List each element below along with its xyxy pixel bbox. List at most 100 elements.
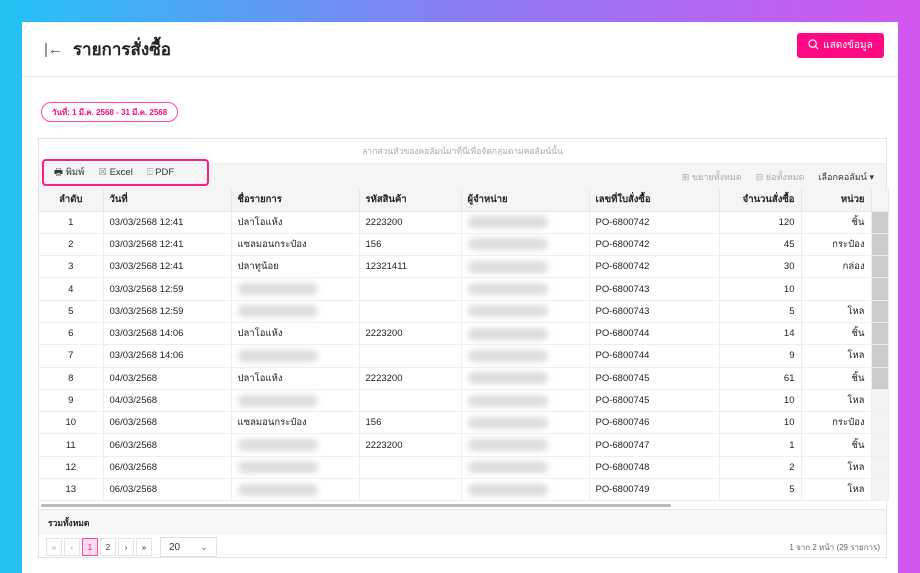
data-grid: ลากส่วนหัวของคอลัมน์มาที่นี่เพื่อจัดกลุ่… <box>38 138 889 559</box>
date-filter-badge[interactable]: วันที่: 1 มี.ค. 2568 - 31 มี.ค. 2568 <box>41 102 179 122</box>
page-2-button[interactable]: 2 <box>100 538 116 556</box>
table-row[interactable]: 4 03/03/2568 12:59 PO-6800743 10 <box>39 277 889 301</box>
page-size-value: 20 <box>169 541 181 553</box>
table-row[interactable]: 9 04/03/2568 PO-6800745 10 โหล <box>39 389 889 413</box>
table-cell: PO-6800746 <box>589 411 720 435</box>
table-cell <box>231 389 360 413</box>
table-cell <box>359 300 462 323</box>
column-header[interactable]: รหัสสินค้า <box>359 189 462 212</box>
chevron-down-icon: ⌄ <box>199 541 208 553</box>
column-chooser-button[interactable]: เลือกคอลัมน์ ▾ <box>818 170 874 184</box>
table-cell: 1 <box>719 433 802 457</box>
table-cell: โหล <box>801 344 872 368</box>
redacted-blur <box>467 216 548 229</box>
window: |← รายการสั่งซื้อ แสดงข้อมูล วันที่: 1 ม… <box>22 22 898 573</box>
table-cell <box>461 389 590 413</box>
excel-button[interactable]: ☒ Excel <box>98 167 132 178</box>
table-cell <box>461 322 590 346</box>
table-cell: 10 <box>719 411 802 435</box>
table-row[interactable]: 10 06/03/2568 แซลมอนกระป๋อง 156 PO-6800746 10… <box>39 411 889 435</box>
page-size-select[interactable]: 20 ⌄ <box>160 537 217 557</box>
table-cell: 03/03/2568 12:41 <box>103 233 232 257</box>
pager: « ‹ 1 2 › » 20 ⌄ 1 จาก 2 หน้า (29 รายการ) <box>39 535 886 559</box>
last-page-button[interactable]: » <box>136 538 152 556</box>
table-cell: แซลมอนกระป๋อง <box>231 233 360 257</box>
table-cell: 8 <box>39 367 104 390</box>
table-cell: 156 <box>359 411 462 435</box>
vertical-scrollbar-cell[interactable] <box>871 389 889 413</box>
table-cell: 03/03/2568 12:59 <box>103 277 232 301</box>
vertical-scrollbar-cell[interactable] <box>871 433 889 457</box>
table-cell: PO-6800742 <box>589 255 720 279</box>
table-cell: 2223200 <box>359 433 462 457</box>
table-cell: 10 <box>39 411 104 435</box>
table-row[interactable]: 6 03/03/2568 14:06 ปลาโอแห้ง 2223200 PO-6800… <box>39 322 889 346</box>
vertical-scrollbar-cell[interactable] <box>871 478 889 502</box>
column-header[interactable]: จำนวนสั่งซื้อ <box>719 189 802 212</box>
page-1-button[interactable]: 1 <box>82 538 98 556</box>
table-cell: 10 <box>719 277 802 301</box>
table-cell <box>231 456 360 480</box>
table-cell: 03/03/2568 14:06 <box>103 344 232 368</box>
vertical-scrollbar-cell[interactable] <box>871 322 889 346</box>
prev-page-button[interactable]: ‹ <box>64 538 80 556</box>
column-header[interactable]: ลำดับ <box>39 189 104 212</box>
table-cell: PO-6800742 <box>589 233 720 257</box>
caret-down-icon: ▾ <box>869 171 874 182</box>
vertical-scrollbar-cell[interactable] <box>871 211 889 234</box>
vertical-scrollbar-cell[interactable] <box>871 344 889 368</box>
expand-all-button[interactable]: ⊞ ขยายทั้งหมด <box>682 170 742 184</box>
column-header[interactable]: เลขที่ใบสั่งซื้อ <box>589 189 720 212</box>
horizontal-scrollbar[interactable] <box>41 504 671 507</box>
excel-icon: ☒ <box>98 167 107 178</box>
table-row[interactable]: 3 03/03/2568 12:41 ปลาทูน้อย 12321411 PO-680… <box>39 255 889 279</box>
vertical-scrollbar-cell[interactable] <box>871 456 889 480</box>
first-page-button[interactable]: « <box>46 538 62 556</box>
table-cell: PO-6800743 <box>589 277 720 301</box>
table-row[interactable]: 2 03/03/2568 12:41 แซลมอนกระป๋อง 156 PO-6800… <box>39 233 889 257</box>
table-cell <box>359 478 462 502</box>
column-header[interactable]: วันที่ <box>103 189 232 212</box>
print-button[interactable]: 🖶 พิมพ์ <box>54 165 84 181</box>
table-row[interactable]: 1 03/03/2568 12:41 ปลาโอแห้ง 2223200 PO-6800… <box>39 211 889 234</box>
column-header[interactable]: ชื่อรายการ <box>231 189 360 212</box>
collapse-all-button[interactable]: ⊟ ย่อทั้งหมด <box>756 170 805 184</box>
table-cell: 06/03/2568 <box>103 433 232 457</box>
redacted-blur <box>467 238 548 251</box>
table-cell <box>461 211 590 234</box>
vertical-scrollbar-cell[interactable] <box>871 411 889 435</box>
show-data-button[interactable]: แสดงข้อมูล <box>797 33 884 58</box>
table-row[interactable]: 11 06/03/2568 2223200 PO-6800747 1 ชิ้น <box>39 433 889 457</box>
table-cell <box>359 344 462 368</box>
vertical-scrollbar-cell[interactable] <box>871 255 889 279</box>
pdf-icon: ⍐ <box>146 167 153 178</box>
table-cell: 120 <box>719 211 802 234</box>
vertical-scrollbar-cell[interactable] <box>871 233 889 257</box>
table-cell: 5 <box>39 300 104 323</box>
table-row[interactable]: 5 03/03/2568 12:59 PO-6800743 5 โหล <box>39 300 889 323</box>
table-cell: ชิ้น <box>801 322 872 346</box>
table-cell: PO-6800742 <box>589 211 720 234</box>
table-row[interactable]: 13 06/03/2568 PO-6800749 5 โหล <box>39 478 889 502</box>
table-row[interactable]: 12 06/03/2568 PO-6800748 2 โหล <box>39 456 889 480</box>
table-cell: 06/03/2568 <box>103 456 232 480</box>
vertical-scrollbar-cell[interactable] <box>871 367 889 390</box>
table-cell: ปลาทูน้อย <box>231 255 360 279</box>
column-header[interactable]: หน่วย <box>801 189 872 212</box>
redacted-blur <box>467 372 548 385</box>
back-icon[interactable]: |← <box>44 41 63 58</box>
redacted-blur <box>237 439 318 452</box>
vertical-scrollbar-cell[interactable] <box>871 300 889 323</box>
table-cell <box>231 277 360 301</box>
table-cell: 06/03/2568 <box>103 411 232 435</box>
pdf-button[interactable]: ⍐ PDF <box>147 167 174 178</box>
vertical-scrollbar-cell[interactable] <box>871 277 889 301</box>
table-cell: 2 <box>719 456 802 480</box>
table-row[interactable]: 7 03/03/2568 14:06 PO-6800744 9 โหล <box>39 344 889 368</box>
table-cell: 7 <box>39 344 104 368</box>
next-page-button[interactable]: › <box>118 538 134 556</box>
table-cell <box>461 433 590 457</box>
table-cell: กระป๋อง <box>801 233 872 257</box>
table-row[interactable]: 8 04/03/2568 ปลาโอแห้ง 2223200 PO-6800745 61 ช… <box>39 367 889 390</box>
column-header[interactable]: ผู้จำหน่าย <box>461 189 590 212</box>
